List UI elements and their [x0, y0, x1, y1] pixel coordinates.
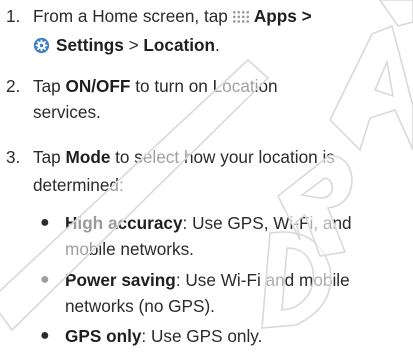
step-2-text-post: to turn on Location: [135, 76, 278, 96]
settings-gear-icon: [33, 37, 50, 54]
period: .: [215, 35, 220, 55]
step-2-text-pre: Tap: [33, 76, 61, 96]
apps-grid-icon: [231, 10, 250, 24]
onoff-label: ON/OFF: [65, 76, 131, 96]
apps-label: Apps: [253, 6, 297, 26]
mode-label: Mode: [65, 147, 111, 167]
option-name: GPS only: [65, 326, 142, 346]
option-line-1: Power saving: Use Wi-Fi and mobile: [65, 268, 350, 292]
option-line-2: mobile networks.: [65, 239, 194, 259]
separator: >: [301, 6, 312, 26]
separator: >: [128, 35, 139, 55]
option-description: : Use GPS only.: [141, 326, 263, 346]
settings-label: Settings: [56, 35, 124, 55]
step-2-line-1: Tap ON/OFF to turn on Location: [33, 74, 278, 98]
step-1-line-1: From a Home screen, tap Apps >: [33, 4, 312, 28]
option-line-2: networks (no GPS).: [65, 296, 215, 316]
step-1-line-2: Settings > Location.: [33, 33, 220, 57]
option-description: : Use GPS, Wi-Fi, and: [182, 213, 352, 233]
location-label: Location: [143, 35, 216, 55]
bullet: ●: [40, 214, 50, 231]
bullet: ●: [40, 327, 50, 344]
step-3-number: 3.: [6, 147, 21, 167]
step-3-line-1: Tap Mode to select how your location is: [33, 145, 335, 169]
step-2-line-2: services.: [33, 102, 101, 122]
step-1-number: 1.: [6, 6, 21, 26]
option-line-1: High accuracy: Use GPS, Wi-Fi, and: [65, 211, 352, 235]
bullet: ●: [40, 271, 50, 288]
step-1-text: From a Home screen, tap: [33, 6, 228, 26]
option-name: High accuracy: [65, 213, 183, 233]
step-3-line-2: determined:: [33, 175, 124, 195]
step-2-number: 2.: [6, 76, 21, 96]
option-description: : Use Wi-Fi and mobile: [175, 270, 350, 290]
step-3-text-pre: Tap: [33, 147, 61, 167]
step-3-text-post: to select how your location is: [115, 147, 335, 167]
option-name: Power saving: [65, 270, 176, 290]
option-line-1: GPS only: Use GPS only.: [65, 324, 262, 348]
